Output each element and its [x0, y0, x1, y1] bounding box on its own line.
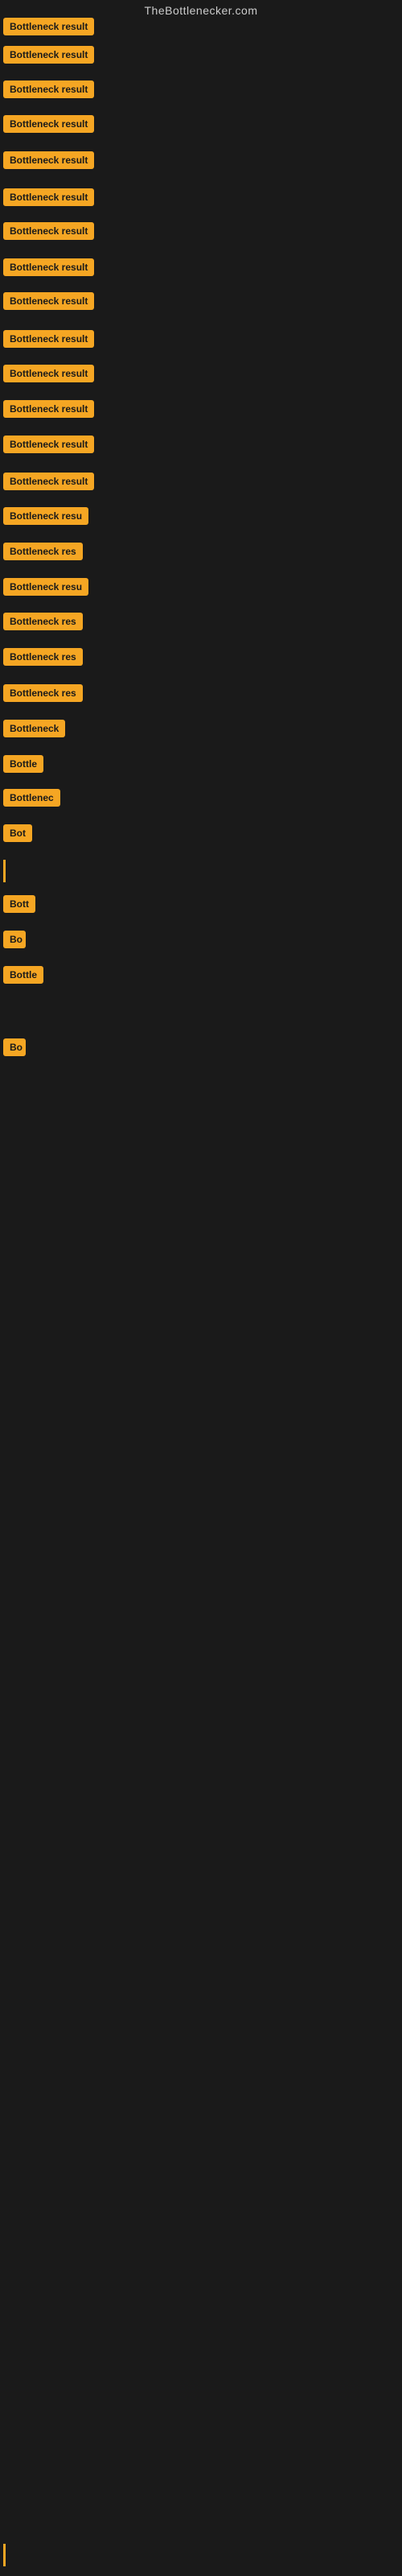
- result-row: Bottleneck result: [3, 473, 94, 494]
- bottleneck-badge[interactable]: Bottleneck result: [3, 80, 94, 98]
- bottleneck-badge[interactable]: Bottleneck result: [3, 365, 94, 382]
- result-row: Bottleneck result: [3, 330, 94, 352]
- bottleneck-badge[interactable]: Bottleneck result: [3, 330, 94, 348]
- result-row: Bottleneck result: [3, 292, 94, 314]
- bottleneck-badge[interactable]: Bottleneck resu: [3, 578, 88, 596]
- result-row: Bottleneck result: [3, 188, 94, 210]
- bottleneck-badge[interactable]: Bottleneck result: [3, 115, 94, 133]
- bottleneck-badge[interactable]: Bott: [3, 895, 35, 913]
- bottleneck-badge[interactable]: Bottle: [3, 966, 43, 984]
- vertical-bar-icon: [3, 860, 6, 882]
- bottleneck-badge[interactable]: Bo: [3, 1038, 26, 1056]
- result-row: Bottleneck resu: [3, 507, 88, 529]
- result-row: Bottleneck res: [3, 648, 83, 670]
- result-row: [3, 2544, 6, 2566]
- results-container: Bottleneck result Bottleneck result Bottle…: [0, 0, 402, 2576]
- result-row: [3, 860, 6, 882]
- result-row: Bottleneck resu: [3, 578, 88, 600]
- result-row: Bottleneck result: [3, 222, 94, 244]
- result-row: Bottleneck result: [3, 151, 94, 173]
- bottleneck-badge[interactable]: Bottleneck result: [3, 188, 94, 206]
- result-row: Bottleneck result: [3, 80, 94, 102]
- result-row: Bottleneck res: [3, 613, 83, 634]
- bottleneck-badge[interactable]: Bottleneck: [3, 720, 65, 737]
- result-row: Bottleneck res: [3, 543, 83, 564]
- bottleneck-badge[interactable]: Bottleneck res: [3, 543, 83, 560]
- bottleneck-badge[interactable]: Bottleneck result: [3, 400, 94, 418]
- bottleneck-badge[interactable]: Bo: [3, 931, 26, 948]
- bottleneck-badge[interactable]: Bottleneck result: [3, 436, 94, 453]
- bottleneck-badge[interactable]: Bottleneck result: [3, 292, 94, 310]
- result-row: Bottle: [3, 966, 43, 988]
- bottleneck-badge[interactable]: Bottlenec: [3, 789, 60, 807]
- bottleneck-badge[interactable]: Bottleneck result: [3, 46, 94, 64]
- bottleneck-badge[interactable]: Bottleneck resu: [3, 507, 88, 525]
- bottleneck-badge[interactable]: Bottleneck result: [3, 222, 94, 240]
- vertical-bar-icon: [3, 2544, 6, 2566]
- result-row: Bottleneck result: [3, 46, 94, 68]
- result-row: Bot: [3, 824, 32, 846]
- bottleneck-badge[interactable]: Bot: [3, 824, 32, 842]
- result-row: Bo: [3, 931, 26, 952]
- result-row: Bottleneck res: [3, 684, 83, 706]
- bottleneck-badge[interactable]: Bottleneck result: [3, 18, 94, 35]
- bottleneck-badge[interactable]: Bottleneck result: [3, 473, 94, 490]
- result-row: Bo: [3, 1038, 26, 1060]
- result-row: Bottleneck result: [3, 258, 94, 280]
- result-row: Bottle: [3, 755, 43, 777]
- result-row: Bottleneck result: [3, 400, 94, 422]
- bottleneck-badge[interactable]: Bottleneck res: [3, 684, 83, 702]
- result-row: Bottleneck: [3, 720, 65, 741]
- result-row: Bottleneck result: [3, 115, 94, 137]
- bottleneck-badge[interactable]: Bottleneck result: [3, 151, 94, 169]
- bottleneck-badge[interactable]: Bottle: [3, 755, 43, 773]
- result-row: Bott: [3, 895, 35, 917]
- bottleneck-badge[interactable]: Bottleneck res: [3, 648, 83, 666]
- result-row: Bottleneck result: [3, 18, 94, 39]
- result-row: Bottleneck result: [3, 365, 94, 386]
- result-row: Bottlenec: [3, 789, 60, 811]
- bottleneck-badge[interactable]: Bottleneck res: [3, 613, 83, 630]
- result-row: Bottleneck result: [3, 436, 94, 457]
- bottleneck-badge[interactable]: Bottleneck result: [3, 258, 94, 276]
